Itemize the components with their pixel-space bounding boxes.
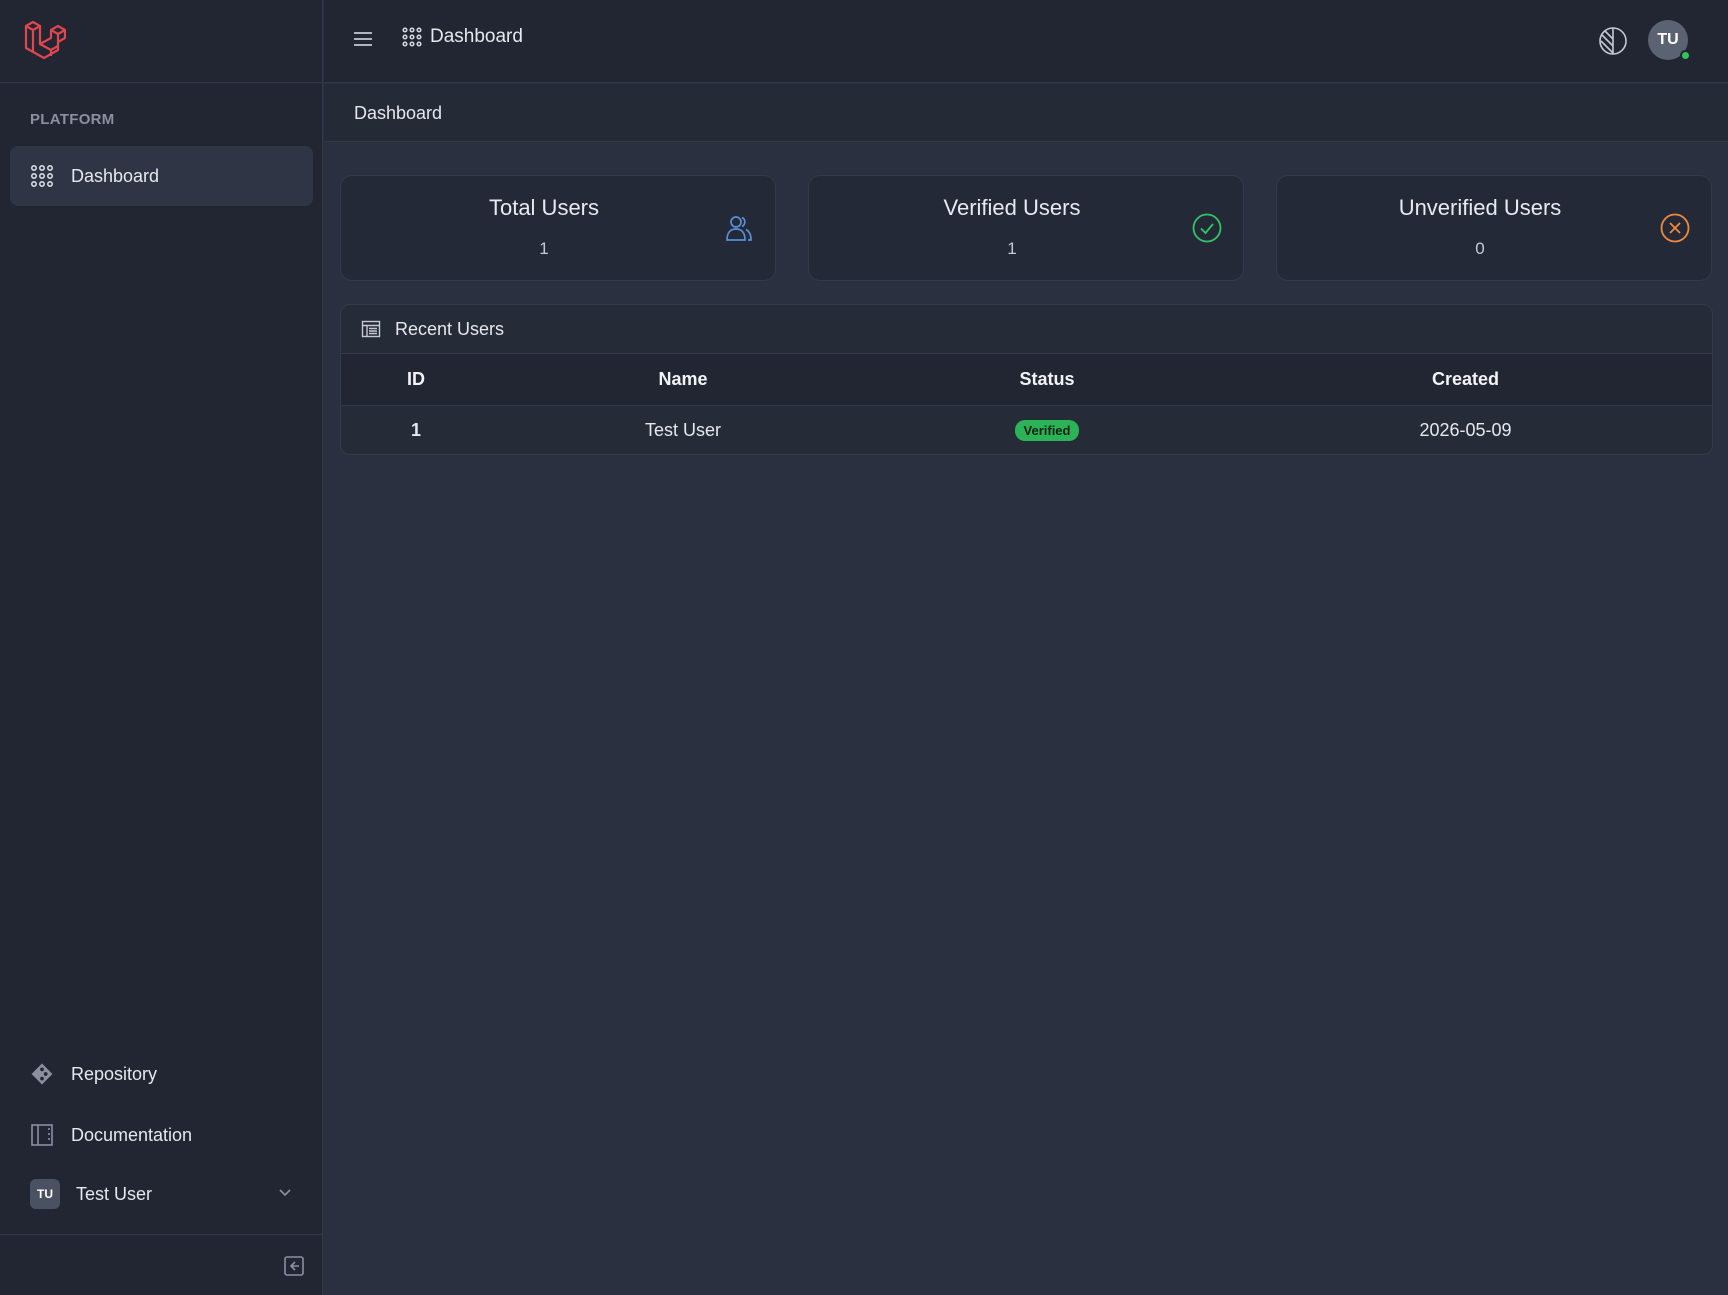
laravel-logo-icon[interactable] — [22, 18, 66, 62]
theme-toggle-icon[interactable] — [1598, 26, 1628, 56]
git-icon — [30, 1062, 54, 1086]
column-header-name[interactable]: Name — [491, 354, 875, 406]
section-label-platform: PLATFORM — [30, 111, 115, 128]
online-status-dot — [1680, 50, 1691, 61]
stat-title: Verified Users — [943, 195, 1081, 220]
sidebar-footer — [0, 1234, 323, 1295]
breadcrumb-bar: Dashboard — [324, 84, 1728, 142]
sidebar-link-repository[interactable]: Repository — [10, 1044, 313, 1104]
stat-title: Total Users — [488, 195, 600, 220]
grid-icon — [402, 27, 422, 47]
stat-card-total-users: Total Users 1 — [340, 175, 776, 281]
stat-card-verified-users: Verified Users 1 — [808, 175, 1244, 281]
x-circle-icon — [1660, 213, 1690, 243]
cell-name: Test User — [644, 419, 722, 440]
logo-area — [0, 0, 323, 83]
book-icon — [30, 1123, 54, 1147]
breadcrumb: Dashboard — [354, 103, 443, 123]
recent-users-table: ID Name Status Created 1 Test User Verif… — [341, 354, 1712, 454]
topbar: Dashboard TU — [324, 0, 1728, 83]
chevron-down-icon — [279, 1189, 291, 1197]
status-badge: Verified — [1014, 420, 1080, 442]
table-icon — [361, 320, 381, 338]
stat-value: 0 — [1475, 239, 1485, 258]
menu-icon[interactable] — [352, 28, 374, 50]
column-header-id[interactable]: ID — [341, 354, 491, 406]
cell-id: 1 — [410, 419, 421, 440]
stat-title: Unverified Users — [1398, 195, 1562, 220]
header-title: Dashboard — [402, 26, 523, 48]
collapse-sidebar-icon[interactable] — [283, 1255, 305, 1277]
grid-icon — [30, 164, 54, 188]
sidebar-item-dashboard[interactable]: Dashboard — [10, 146, 313, 206]
sidebar-item-label: Dashboard — [71, 165, 160, 186]
check-circle-icon — [1192, 213, 1222, 243]
panel-header: Recent Users — [341, 305, 1712, 354]
table-row[interactable]: 1 Test User Verified 2026-05-09 — [341, 405, 1712, 454]
user-name: Test User — [76, 1183, 153, 1204]
column-header-status[interactable]: Status — [875, 354, 1219, 406]
user-menu[interactable]: TU Test User — [10, 1170, 313, 1218]
users-icon — [726, 216, 752, 241]
sidebar: PLATFORM Dashboard Repository Documentat… — [0, 0, 323, 1295]
stat-card-unverified-users: Unverified Users 0 — [1276, 175, 1712, 281]
documentation-label: Documentation — [71, 1124, 193, 1145]
user-avatar: TU — [30, 1179, 60, 1209]
repository-label: Repository — [71, 1063, 158, 1084]
cell-created: 2026-05-09 — [1419, 419, 1512, 440]
column-header-created[interactable]: Created — [1219, 354, 1712, 406]
sidebar-link-documentation[interactable]: Documentation — [10, 1105, 313, 1165]
recent-users-panel: Recent Users ID Name Status Created 1 Te… — [340, 304, 1713, 455]
panel-title: Recent Users — [395, 318, 505, 339]
header-title-text: Dashboard — [430, 26, 523, 47]
cell-status: Verified — [875, 405, 1219, 454]
stat-value: 1 — [539, 239, 549, 258]
table-header-row: ID Name Status Created — [341, 354, 1712, 406]
stat-value: 1 — [1007, 239, 1017, 258]
